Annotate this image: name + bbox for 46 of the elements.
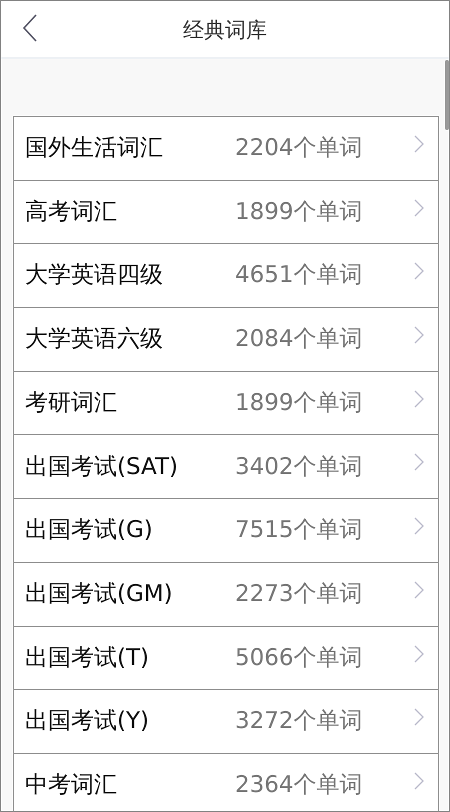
- wordbook-name: 考研词汇: [25, 388, 118, 418]
- chevron-icon: [414, 708, 424, 726]
- chevron-icon: [414, 390, 424, 408]
- chevron-icon: [414, 517, 424, 536]
- wordbook-name: 大学英语六级: [25, 325, 164, 354]
- wordbook-row[interactable]: 出国考试(SAT) 3402个单词: [14, 435, 438, 500]
- word-count: 2273个单词: [235, 580, 363, 609]
- word-count: 2364个单词: [235, 770, 363, 800]
- word-count: 1899个单词: [235, 388, 363, 418]
- wordbook-row[interactable]: 高考词汇 1899个单词: [14, 180, 438, 244]
- wordbook-row[interactable]: 出国考试(T) 5066个单词: [14, 626, 438, 690]
- chevron-icon: [414, 262, 424, 280]
- wordbook-row[interactable]: 大学英语六级 2084个单词: [14, 308, 438, 372]
- wordbook-name: 出国考试(Y): [25, 707, 150, 736]
- word-count: 2204个单词: [235, 134, 363, 164]
- wordbook-row[interactable]: 出国考试(GM) 2273个单词: [14, 562, 438, 626]
- chevron-icon: [414, 453, 424, 472]
- wordbook-row[interactable]: 出国考试(G) 7515个单词: [14, 499, 438, 563]
- word-count: 2084个单词: [235, 325, 363, 354]
- wordbook-name: 中考词汇: [25, 770, 118, 800]
- chevron-icon: [414, 644, 424, 662]
- chevron-icon: [414, 772, 424, 790]
- wordbook-name: 大学英语四级: [25, 261, 164, 290]
- wordbook-name: 出国考试(G): [25, 516, 154, 546]
- page-title: 经典词库: [183, 17, 267, 44]
- chevron-icon: [414, 198, 424, 217]
- wordbook-name: 国外生活词汇: [25, 134, 164, 164]
- word-count: 5066个单词: [235, 644, 363, 673]
- wordbook-row[interactable]: 中考词汇 2364个单词: [14, 754, 438, 811]
- word-count: 1899个单词: [235, 198, 363, 227]
- wordbook-row[interactable]: 国外生活词汇 2204个单词: [14, 117, 438, 181]
- chevron-icon: [414, 580, 424, 599]
- word-count: 7515个单词: [235, 516, 363, 546]
- wordbook-row[interactable]: 出国考试(Y) 3272个单词: [14, 690, 438, 754]
- word-count: 3402个单词: [235, 452, 363, 482]
- wordbook-row[interactable]: 考研词汇 1899个单词: [14, 372, 438, 436]
- chevron-icon: [414, 135, 424, 153]
- wordbook-name: 出国考试(SAT): [25, 452, 179, 482]
- wordbook-name: 出国考试(T): [25, 644, 150, 673]
- scroll-bar: [445, 60, 449, 130]
- chevron-icon: [414, 326, 424, 344]
- word-count: 4651个单词: [235, 261, 363, 290]
- wordbook-row[interactable]: 大学英语四级 4651个单词: [14, 244, 438, 308]
- word-count: 3272个单词: [235, 707, 363, 736]
- wordbook-name: 出国考试(GM): [25, 580, 174, 609]
- wordbook-name: 高考词汇: [25, 198, 118, 227]
